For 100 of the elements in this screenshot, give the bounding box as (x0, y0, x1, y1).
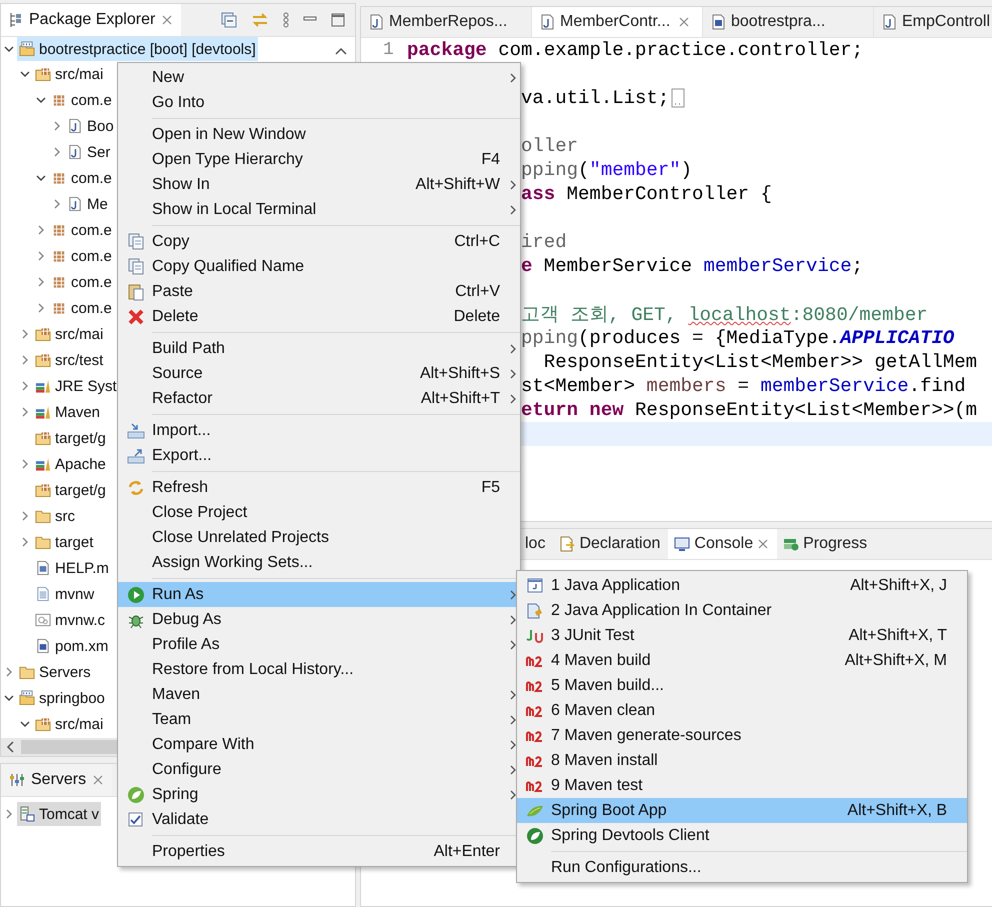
copy-icon (127, 232, 145, 250)
close-icon[interactable] (92, 774, 104, 786)
tree-item[interactable]: com.e (49, 88, 114, 112)
maximize-icon[interactable] (331, 13, 345, 27)
tree-item[interactable]: mvnw.c (33, 608, 108, 632)
tree-item[interactable]: src/mai (33, 712, 106, 736)
editor-tab[interactable]: MemberContr... (532, 7, 703, 37)
view-tab[interactable]: loc (519, 529, 554, 559)
tree-item[interactable]: target/g (33, 478, 108, 502)
menu-item[interactable]: Assign Working Sets... (118, 550, 520, 575)
menu-item[interactable]: Compare With (118, 732, 520, 757)
menu-item[interactable]: Spring Boot App Alt+Shift+X, B (517, 798, 967, 823)
tree-item[interactable]: HELP.m (33, 556, 111, 580)
document-icon (35, 560, 51, 576)
menu-item[interactable]: Close Unrelated Projects (118, 525, 520, 550)
menu-item[interactable]: Refresh F5 (118, 475, 520, 500)
menu-item[interactable]: Go Into (118, 90, 520, 115)
menu-item[interactable]: 2 Java Application In Container (517, 598, 967, 623)
menu-item[interactable]: Properties Alt+Enter (118, 839, 520, 864)
menu-item[interactable]: Spring Devtools Client (517, 823, 967, 848)
project-folder-icon (19, 41, 35, 57)
text-file-icon (35, 586, 51, 602)
more-icon[interactable] (283, 12, 289, 28)
menu-item[interactable]: Profile As (118, 632, 520, 657)
menu-item[interactable]: Paste Ctrl+V (118, 279, 520, 304)
menu-item[interactable]: Spring (118, 782, 520, 807)
menu-item[interactable]: Debug As (118, 607, 520, 632)
menu-item[interactable]: 1 Java Application Alt+Shift+X, J (517, 573, 967, 598)
menu-item[interactable]: New (118, 65, 520, 90)
tree-item[interactable]: src (33, 504, 77, 528)
tree-item[interactable]: com.e (49, 296, 114, 320)
tree-item[interactable]: Boo (65, 114, 116, 138)
menu-item[interactable]: Restore from Local History... (118, 657, 520, 682)
view-tab[interactable]: Declaration (553, 529, 668, 559)
editor-tab[interactable]: bootrestpra... (703, 7, 874, 37)
menu-item[interactable]: Show In Alt+Shift+W (118, 172, 520, 197)
menu-item[interactable]: Delete Delete (118, 304, 520, 329)
tree-item[interactable]: mvnw (33, 582, 96, 606)
menu-item[interactable]: 6 Maven clean (517, 698, 967, 723)
shortcut-text: Alt+Shift+W (416, 176, 501, 194)
menu-item[interactable]: Team (118, 707, 520, 732)
package-folder-icon (35, 352, 51, 368)
tree-item[interactable]: com.e (49, 270, 114, 294)
scroll-up-icon[interactable] (335, 47, 347, 55)
scroll-left-icon[interactable] (5, 741, 15, 753)
tree-item[interactable]: Ser (65, 140, 112, 164)
view-tab[interactable]: Console (668, 529, 778, 559)
leaf-icon (526, 826, 544, 844)
menu-item[interactable]: Export... (118, 443, 520, 468)
menu-item[interactable]: Import... (118, 418, 520, 443)
menu-item[interactable]: 9 Maven test (517, 773, 967, 798)
close-icon[interactable] (678, 16, 690, 28)
tree-item[interactable]: target (33, 530, 96, 554)
monitor-icon (674, 536, 690, 552)
tree-item[interactable]: Servers (17, 660, 93, 684)
tree-item[interactable]: com.e (49, 166, 114, 190)
menu-item[interactable]: 4 Maven build Alt+Shift+X, M (517, 648, 967, 673)
tree-item[interactable]: target/g (33, 426, 108, 450)
books-icon (35, 456, 51, 472)
menu-item[interactable]: 3 JUnit Test Alt+Shift+X, T (517, 623, 967, 648)
close-icon[interactable] (757, 538, 770, 550)
menu-item[interactable]: 8 Maven install (517, 748, 967, 773)
java-file-icon (67, 196, 83, 212)
collapse-all-icon[interactable] (221, 12, 237, 28)
menu-item[interactable]: Open in New Window (118, 122, 520, 147)
tree-item[interactable]: bootrestpractice [boot] [devtools] (17, 37, 258, 61)
menu-item[interactable]: Build Path (118, 336, 520, 361)
folded-code-icon[interactable] (671, 88, 686, 108)
menu-item[interactable]: Maven (118, 682, 520, 707)
menu-item[interactable]: 7 Maven generate-sources (517, 723, 967, 748)
tree-item[interactable]: pom.xm (33, 634, 110, 658)
menu-item[interactable]: Show in Local Terminal (118, 197, 520, 222)
menu-item[interactable]: Validate (118, 807, 520, 832)
tree-item[interactable]: springboo (17, 686, 107, 710)
menu-item[interactable]: Run Configurations... (517, 855, 967, 880)
tree-item[interactable]: com.e (49, 218, 114, 242)
menu-item[interactable]: Copy Ctrl+C (118, 229, 520, 254)
editor-tab[interactable]: EmpControll (874, 7, 992, 37)
menu-item[interactable]: 5 Maven build... (517, 673, 967, 698)
menu-item[interactable]: Configure (118, 757, 520, 782)
view-tab[interactable]: Progress (777, 529, 876, 559)
tree-item[interactable]: src/mai (33, 322, 106, 346)
tree-item[interactable]: src/test (33, 348, 106, 372)
server-item[interactable]: Tomcat v (17, 802, 102, 826)
view-tab[interactable]: Package Explorer (1, 4, 182, 36)
tree-item[interactable]: Maven (33, 400, 102, 424)
tree-item[interactable]: com.e (49, 244, 114, 268)
menu-item[interactable]: Refactor Alt+Shift+T (118, 386, 520, 411)
menu-item[interactable]: Copy Qualified Name (118, 254, 520, 279)
link-arrows-icon[interactable] (251, 12, 269, 28)
shortcut-text: F4 (481, 150, 501, 168)
tree-item[interactable]: Me (65, 192, 110, 216)
menu-item[interactable]: Open Type Hierarchy F4 (118, 147, 520, 172)
checkbox-icon (127, 810, 145, 828)
close-icon[interactable] (161, 14, 174, 26)
tree-item[interactable]: JRE Syst (33, 374, 119, 398)
menu-item[interactable]: Close Project (118, 500, 520, 525)
tree-item[interactable]: Apache (33, 452, 108, 476)
menu-item[interactable]: Source Alt+Shift+S (118, 361, 520, 386)
tree-item[interactable]: src/mai (33, 62, 106, 86)
